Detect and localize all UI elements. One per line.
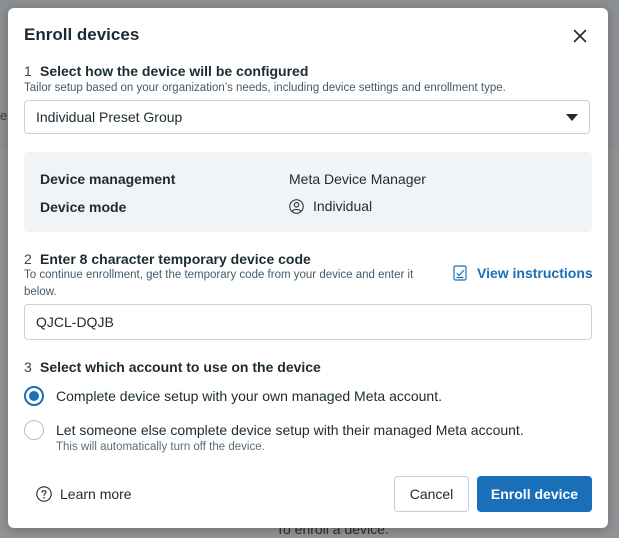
instructions-doc-icon <box>453 265 467 281</box>
caret-down-icon <box>566 113 578 121</box>
person-icon <box>289 198 304 214</box>
device-info-panel: Device management Meta Device Manager De… <box>24 152 592 232</box>
view-instructions-label: View instructions <box>477 265 593 281</box>
background-text-fragment: e <box>0 108 8 123</box>
radio-option-note: This will automatically turn off the dev… <box>56 441 265 453</box>
step2-number: 2 <box>24 251 32 267</box>
step1-number: 1 <box>24 63 32 79</box>
radio-button-selected[interactable] <box>24 386 44 406</box>
radio-option-label: Let someone else complete device setup w… <box>56 422 524 438</box>
step3-heading: 3 Select which account to use on the devi… <box>24 359 321 375</box>
step2-subtext-line2: below. <box>24 286 57 298</box>
close-icon <box>573 29 587 43</box>
device-mode-value: Individual <box>289 198 372 214</box>
configuration-select[interactable]: Individual Preset Group <box>24 100 590 134</box>
learn-more-label: Learn more <box>60 486 132 502</box>
step2-heading: 2 Enter 8 character temporary device code <box>24 251 311 267</box>
cancel-button[interactable]: Cancel <box>394 476 469 512</box>
radio-option-own-account[interactable]: Complete device setup with your own mana… <box>24 386 442 406</box>
view-instructions-link[interactable]: View instructions <box>453 265 593 281</box>
device-mode-label: Device mode <box>40 199 127 215</box>
radio-option-label: Complete device setup with your own mana… <box>56 388 442 404</box>
enroll-devices-dialog: Enroll devices 1 Select how the device wi… <box>8 8 608 528</box>
radio-button-unselected[interactable] <box>24 420 44 440</box>
step1-heading: 1 Select how the device will be configure… <box>24 63 308 79</box>
dialog-title: Enroll devices <box>24 25 140 44</box>
help-icon <box>36 486 52 502</box>
step1-subtext: Tailor setup based on your organization’… <box>24 82 506 94</box>
radio-option-someone-else[interactable]: Let someone else complete device setup w… <box>24 420 524 440</box>
step1-heading-text: Select how the device will be configured <box>40 63 309 79</box>
device-management-label: Device management <box>40 171 176 187</box>
step2-heading-text: Enter 8 character temporary device code <box>40 251 311 267</box>
enroll-device-button[interactable]: Enroll device <box>477 476 592 512</box>
device-mode-text: Individual <box>313 198 373 214</box>
step3-number: 3 <box>24 359 32 375</box>
device-code-input[interactable] <box>24 304 592 340</box>
close-button[interactable] <box>568 24 592 48</box>
step2-subtext-line1: To continue enrollment, get the temporar… <box>24 269 414 281</box>
device-management-value: Meta Device Manager <box>289 171 426 187</box>
step3-heading-text: Select which account to use on the devic… <box>40 359 321 375</box>
learn-more-link[interactable]: Learn more <box>36 486 132 502</box>
configuration-select-value: Individual Preset Group <box>36 109 183 125</box>
